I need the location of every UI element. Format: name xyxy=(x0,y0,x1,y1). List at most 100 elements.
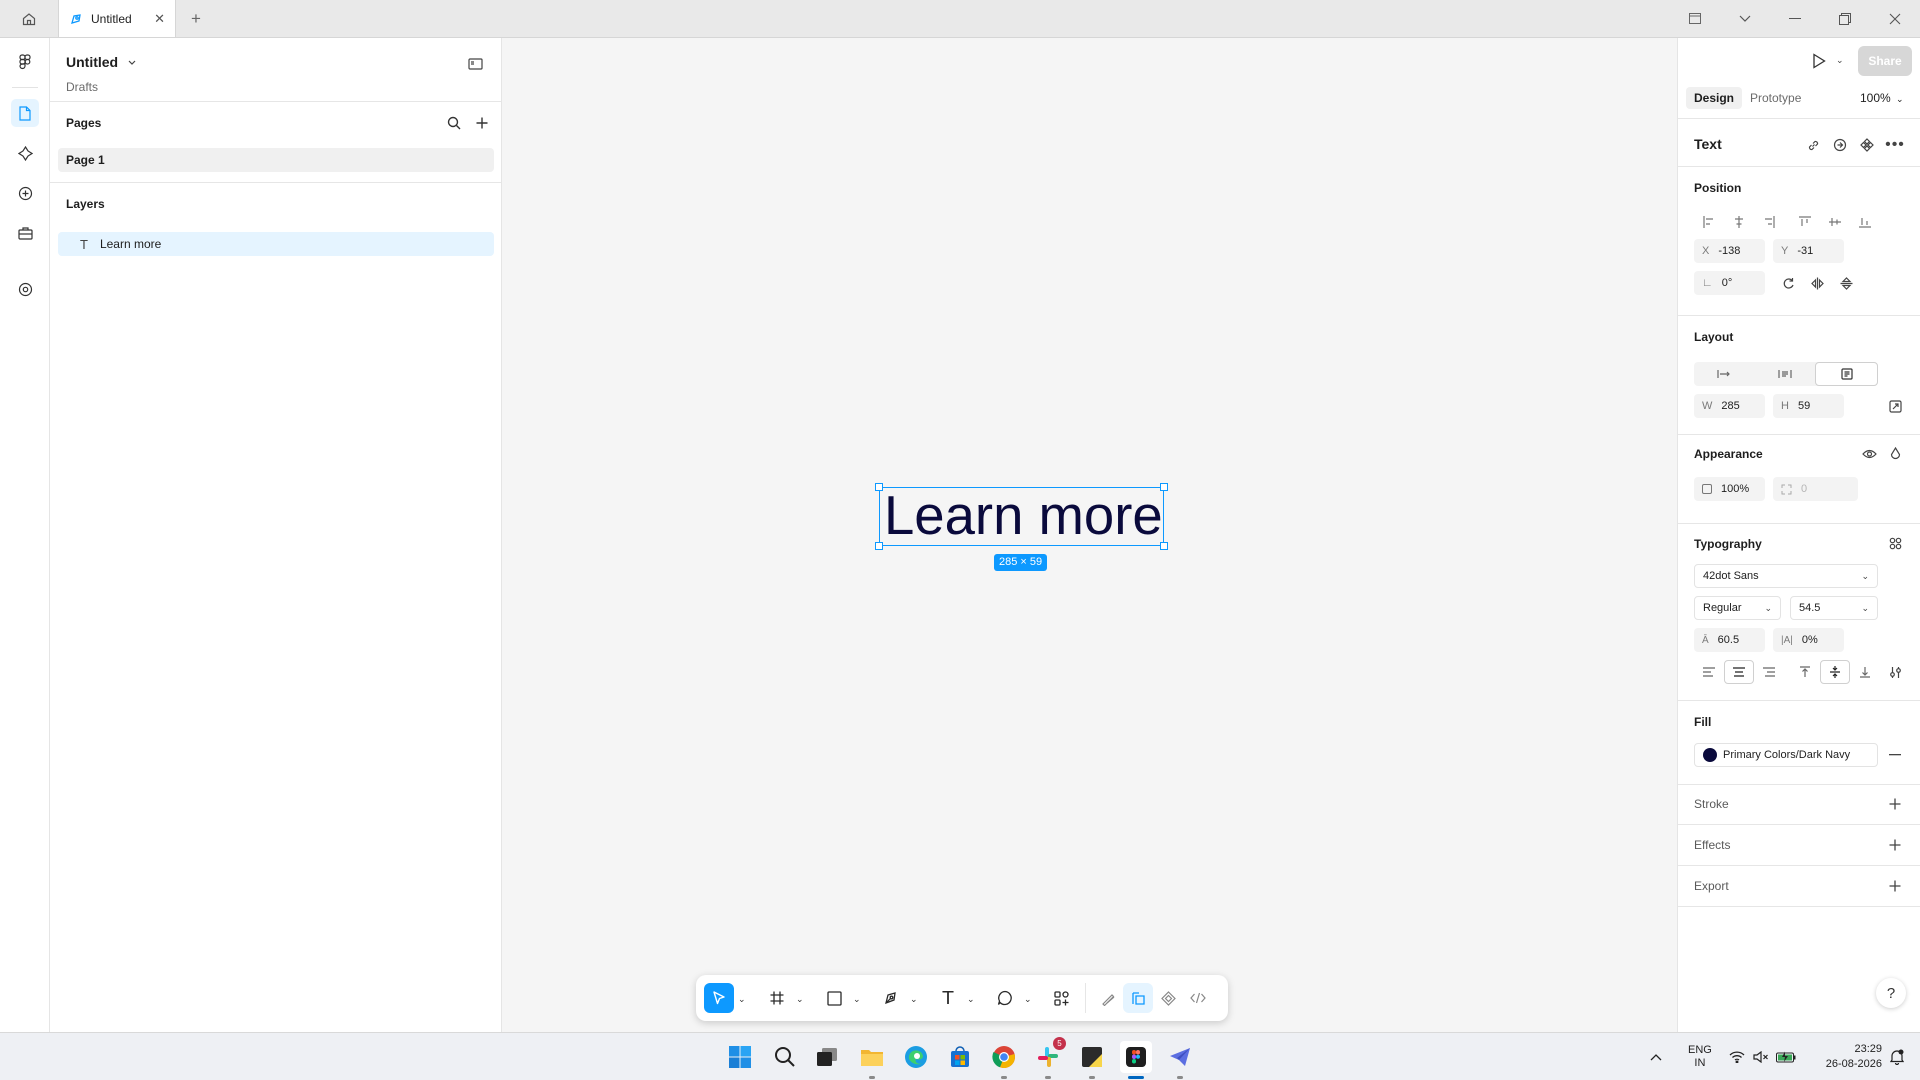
y-position-field[interactable]: Y -31 xyxy=(1773,239,1844,263)
selected-text-layer[interactable]: Learn more xyxy=(875,483,1168,550)
opacity-field[interactable]: 100% xyxy=(1694,477,1765,501)
toggle-visibility-button[interactable] xyxy=(1858,443,1880,465)
height-field[interactable]: H 59 xyxy=(1773,394,1844,418)
line-height-field[interactable]: Ā 60.5 xyxy=(1694,628,1765,652)
dev-mode-toggle[interactable] xyxy=(1183,983,1213,1013)
home-button[interactable] xyxy=(0,0,58,37)
comment-tool-chevron-icon[interactable]: ⌄ xyxy=(1024,994,1032,1005)
text-tool[interactable]: T xyxy=(933,983,963,1013)
file-menu-button[interactable] xyxy=(1670,0,1720,38)
align-left-icon[interactable] xyxy=(1694,210,1724,234)
tab-prototype[interactable]: Prototype xyxy=(1750,87,1801,109)
pen-tool-chevron-icon[interactable]: ⌄ xyxy=(910,994,918,1005)
constrain-proportions-button[interactable] xyxy=(1884,395,1906,417)
present-button[interactable] xyxy=(1808,50,1830,72)
text-tool-chevron-icon[interactable]: ⌄ xyxy=(967,994,975,1005)
volume-status[interactable] xyxy=(1750,1041,1772,1073)
align-bottom-icon[interactable] xyxy=(1850,210,1880,234)
restore-button[interactable] xyxy=(1820,0,1870,38)
actions-tool[interactable] xyxy=(1046,983,1076,1013)
start-button[interactable] xyxy=(724,1041,756,1073)
close-window-button[interactable] xyxy=(1870,0,1920,38)
move-tool-chevron-icon[interactable]: ⌄ xyxy=(738,994,746,1005)
add-page-button[interactable] xyxy=(470,111,494,135)
notification-center-button[interactable] xyxy=(1886,1041,1908,1073)
system-clock[interactable]: 23:29 26-08-2026 xyxy=(1808,1042,1882,1072)
search-pages-button[interactable] xyxy=(442,111,466,135)
zoom-dropdown[interactable]: 100% ⌄ xyxy=(1860,87,1904,110)
add-effect-button[interactable] xyxy=(1884,834,1906,856)
frame-tool[interactable] xyxy=(762,983,792,1013)
page-item-page-1[interactable]: Page 1 xyxy=(58,148,494,172)
assets-button[interactable] xyxy=(11,139,39,167)
create-component-button[interactable] xyxy=(1856,134,1878,156)
fill-color-swatch[interactable] xyxy=(1703,748,1717,762)
close-tab-icon[interactable]: ✕ xyxy=(154,11,165,27)
tab-design[interactable]: Design xyxy=(1686,87,1743,109)
rectangle-tool[interactable] xyxy=(819,983,849,1013)
align-right-icon[interactable] xyxy=(1754,210,1784,234)
plugins-button[interactable] xyxy=(11,179,39,207)
x-position-field[interactable]: X -138 xyxy=(1694,239,1765,263)
show-hidden-icons-button[interactable] xyxy=(1646,1041,1666,1073)
blend-mode-button[interactable] xyxy=(1884,443,1906,465)
task-view-button[interactable] xyxy=(811,1041,843,1073)
dev-mode-button[interactable] xyxy=(11,275,39,303)
text-align-middle-icon[interactable] xyxy=(1820,660,1850,684)
text-align-left-icon[interactable] xyxy=(1694,660,1724,684)
file-tab[interactable]: Untitled ✕ xyxy=(58,0,176,37)
align-horizontal-center-icon[interactable] xyxy=(1724,210,1754,234)
text-style-button[interactable] xyxy=(1829,134,1851,156)
taskbar-sticky-notes[interactable] xyxy=(1076,1041,1108,1079)
text-align-right-icon[interactable] xyxy=(1754,660,1784,684)
main-menu-button[interactable] xyxy=(11,48,39,76)
pen-tool[interactable] xyxy=(876,983,906,1013)
share-button[interactable]: Share xyxy=(1858,46,1912,76)
font-family-select[interactable]: 42dot Sans ⌄ xyxy=(1694,564,1878,588)
align-top-icon[interactable] xyxy=(1790,210,1820,234)
rotation-field[interactable]: ∟ 0° xyxy=(1694,271,1765,295)
tabs-dropdown-button[interactable] xyxy=(1720,0,1770,38)
resources-button[interactable] xyxy=(11,219,39,247)
new-tab-button[interactable]: + xyxy=(176,0,216,37)
more-options-icon[interactable]: ••• xyxy=(1884,134,1906,156)
add-stroke-button[interactable] xyxy=(1884,793,1906,815)
flip-horizontal-button[interactable] xyxy=(1806,272,1828,294)
align-vertical-center-icon[interactable] xyxy=(1820,210,1850,234)
language-indicator[interactable]: ENG IN xyxy=(1688,1044,1712,1070)
prototype-mode-button[interactable] xyxy=(1153,983,1183,1013)
shape-tool-chevron-icon[interactable]: ⌄ xyxy=(853,994,861,1005)
taskbar-figma[interactable] xyxy=(1120,1041,1152,1079)
file-location[interactable]: Drafts xyxy=(66,80,98,94)
taskbar-chrome[interactable] xyxy=(988,1041,1020,1079)
taskbar-microsoft-store[interactable] xyxy=(944,1041,976,1073)
width-field[interactable]: W 285 xyxy=(1694,394,1765,418)
text-align-top-icon[interactable] xyxy=(1790,660,1820,684)
layer-item-learn-more[interactable]: T Learn more xyxy=(58,232,494,256)
help-button[interactable]: ? xyxy=(1876,978,1906,1008)
fill-style-field[interactable]: Primary Colors/Dark Navy xyxy=(1694,743,1878,767)
file-name-button[interactable]: Untitled xyxy=(66,54,136,70)
text-align-center-icon[interactable] xyxy=(1724,660,1754,684)
remove-fill-button[interactable] xyxy=(1884,744,1906,766)
corner-radius-field[interactable]: 0 xyxy=(1773,477,1858,501)
link-button[interactable] xyxy=(1802,134,1824,156)
flip-vertical-button[interactable] xyxy=(1835,272,1857,294)
taskbar-telegram[interactable] xyxy=(1164,1041,1196,1079)
letter-spacing-field[interactable]: |A| 0% xyxy=(1773,628,1844,652)
design-mode-button[interactable] xyxy=(1123,983,1153,1013)
draw-mode-button[interactable] xyxy=(1093,983,1123,1013)
text-styles-button[interactable] xyxy=(1884,532,1906,554)
font-weight-select[interactable]: Regular ⌄ xyxy=(1694,596,1781,620)
minimize-button[interactable] xyxy=(1770,0,1820,38)
rotate-90-button[interactable] xyxy=(1777,272,1799,294)
taskbar-slack[interactable]: 5 xyxy=(1032,1037,1066,1079)
taskbar-file-explorer[interactable] xyxy=(856,1041,888,1079)
taskbar-edge[interactable] xyxy=(900,1041,932,1073)
comment-tool[interactable] xyxy=(990,983,1020,1013)
add-export-button[interactable] xyxy=(1884,875,1906,897)
frame-tool-chevron-icon[interactable]: ⌄ xyxy=(796,994,804,1005)
file-pages-button[interactable] xyxy=(11,99,39,127)
resize-handle-bottom-left[interactable] xyxy=(875,542,883,550)
taskbar-search-button[interactable] xyxy=(769,1041,801,1073)
